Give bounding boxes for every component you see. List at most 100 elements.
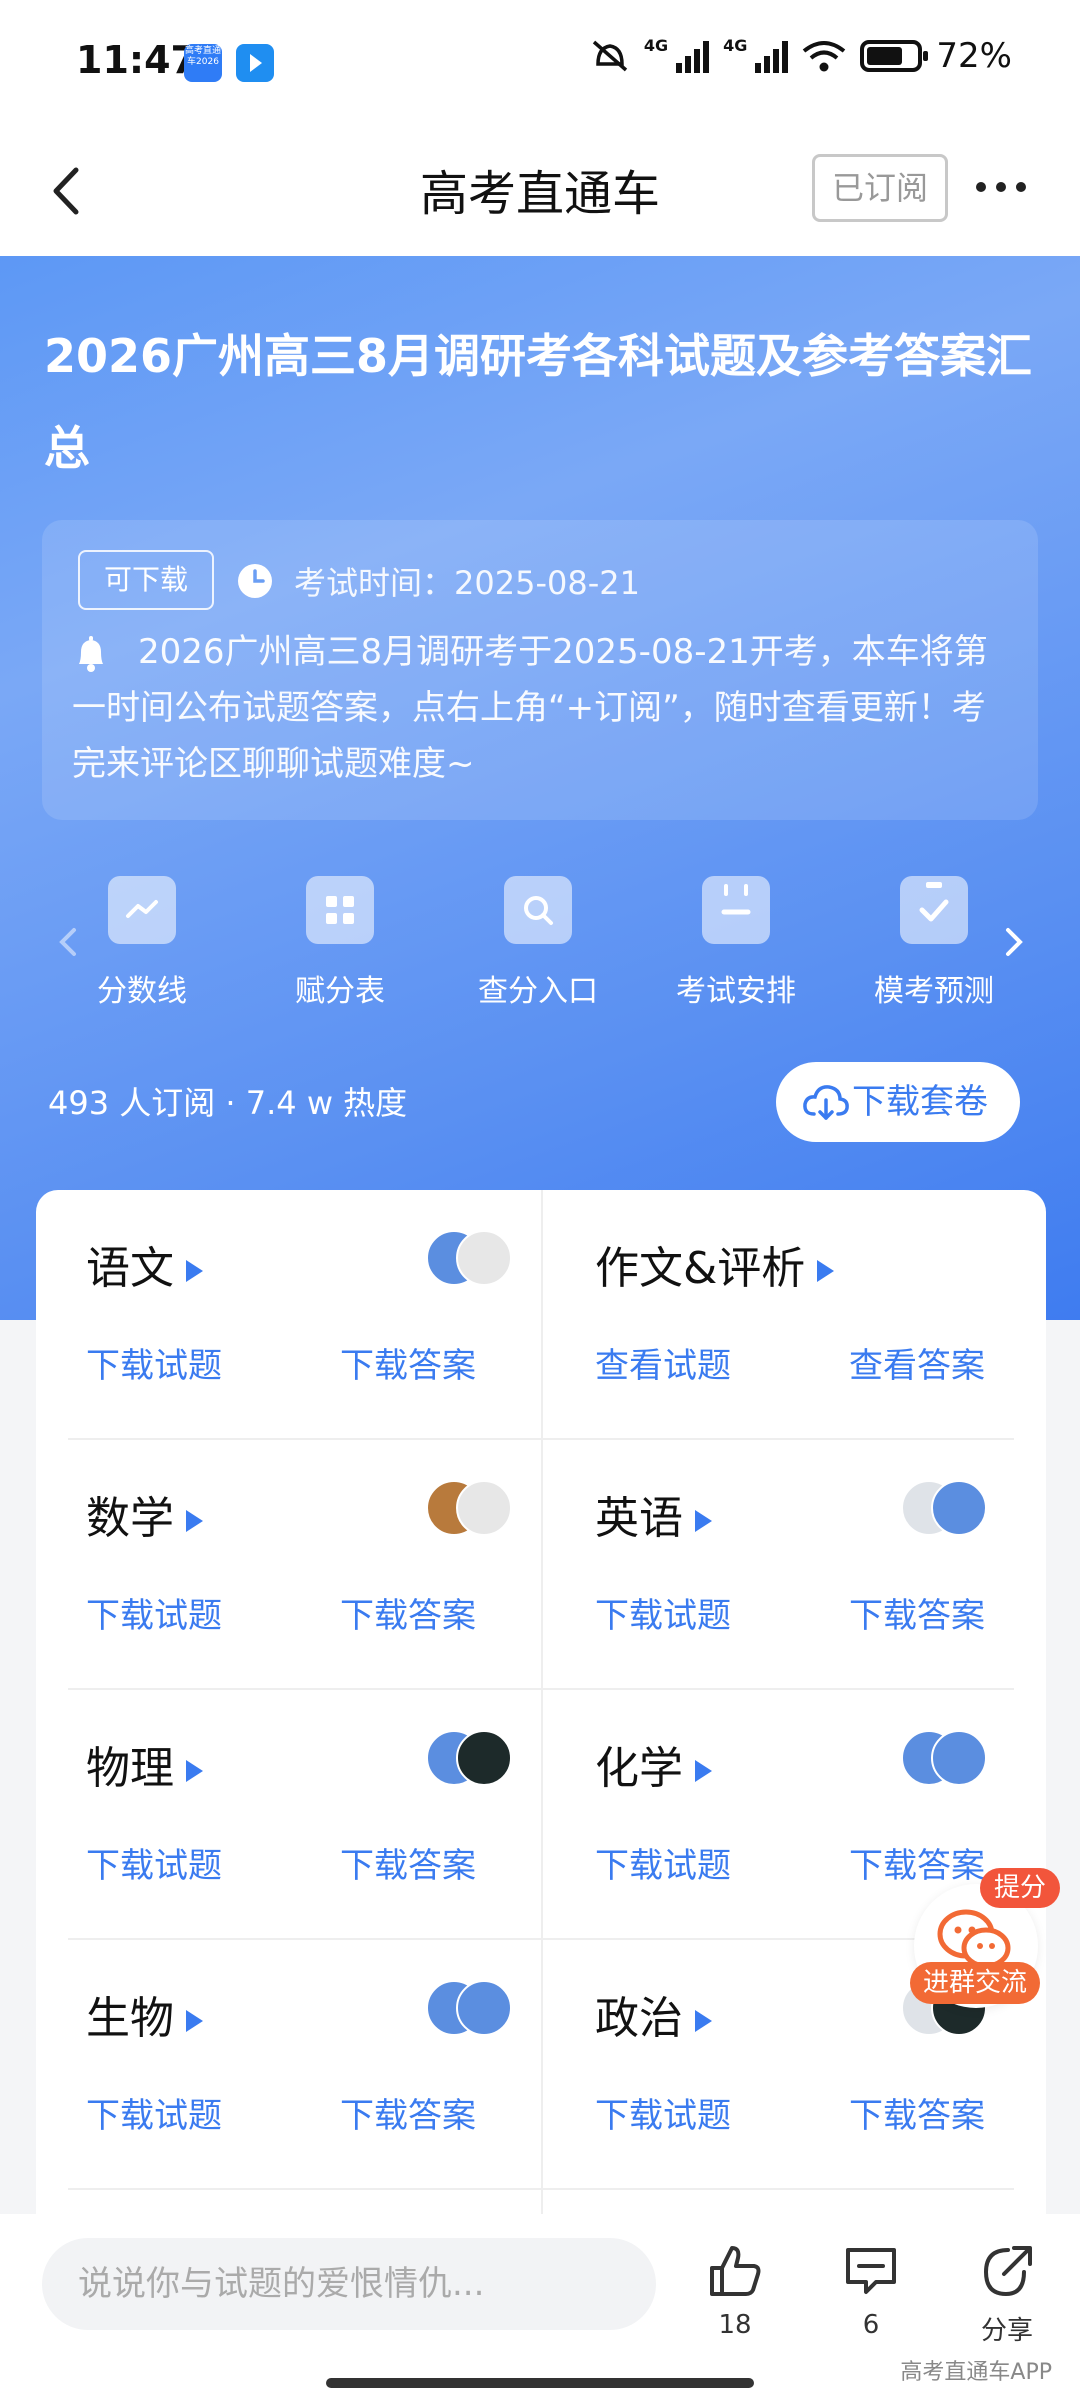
tool-label: 查分入口 (478, 974, 598, 1009)
subject-physics: 物理 下载试题 下载答案 (68, 1690, 541, 1940)
download-questions-link[interactable]: 下载试题 (595, 1588, 731, 1637)
avatar (931, 1480, 987, 1536)
bottom-action-bar: 说说你与试题的爱恨情仇... 18 6 分享 高考直通车APP (0, 2214, 1080, 2400)
network-type-1: 4G (643, 36, 669, 55)
tool-label: 考试安排 (676, 974, 796, 1009)
arrow-right-icon (695, 1760, 712, 1782)
exam-time: 考试时间：2025-08-21 (294, 564, 640, 602)
download-answers-link[interactable]: 下载答案 (340, 1338, 476, 1387)
wifi-icon (803, 41, 846, 72)
subscribed-button[interactable]: 已订阅 (812, 154, 948, 222)
view-answers-link[interactable]: 查看答案 (849, 1338, 985, 1387)
subject-chinese: 语文 下载试题 下载答案 (68, 1190, 541, 1440)
hero-banner: 2026广州高三8月调研考各科试题及参考答案汇总 可下载 考试时间：2025-0… (0, 256, 1080, 1320)
subject-english: 英语 下载试题 下载答案 (541, 1440, 1014, 1690)
avatar-group (426, 1230, 526, 1286)
avatar-group (901, 1730, 1001, 1786)
subject-name[interactable]: 语文 (86, 1232, 203, 1296)
status-bar: 11:47 高考直通车2026 4G 4G 72% (0, 0, 1080, 126)
like-count: 18 (718, 2310, 752, 2340)
avatar (456, 1230, 512, 1286)
tool-score-line[interactable]: 分数线 (52, 876, 232, 1010)
signal-icon-2 (755, 39, 789, 73)
arrow-right-icon (186, 1260, 203, 1282)
arrow-right-icon (186, 2010, 203, 2032)
score-line-icon (108, 876, 176, 944)
download-questions-link[interactable]: 下载试题 (595, 2088, 731, 2137)
app-watermark: 高考直通车APP (900, 2360, 1052, 2385)
download-answers-link[interactable]: 下载答案 (849, 1588, 985, 1637)
subject-math: 数学 下载试题 下载答案 (68, 1440, 541, 1690)
tool-score-table[interactable]: 赋分表 (250, 876, 430, 1010)
avatar-group (426, 1980, 526, 2036)
status-icons: 4G 4G 72% (590, 36, 1012, 76)
boost-score-badge: 提分 (980, 1868, 1060, 1908)
subject-name[interactable]: 物理 (86, 1732, 203, 1796)
avatar (931, 1730, 987, 1786)
view-questions-link[interactable]: 查看试题 (595, 1338, 731, 1387)
gaokao-app-icon: 高考直通车2026 (184, 44, 222, 82)
download-questions-link[interactable]: 下载试题 (86, 1338, 222, 1387)
battery-icon (860, 40, 929, 72)
mute-icon (592, 40, 628, 72)
group-chat-float[interactable]: 提分 进群交流 (910, 1868, 1060, 2018)
subscription-stats: 493 人订阅 · 7.4 w 热度 (48, 1084, 408, 1122)
download-questions-link[interactable]: 下载试题 (86, 1588, 222, 1637)
check-clipboard-icon (900, 876, 968, 944)
subject-name[interactable]: 作文&评析 (595, 1232, 835, 1296)
download-set-button[interactable]: 下载套卷 (776, 1062, 1020, 1142)
arrow-right-icon (695, 1510, 712, 1532)
tool-label: 模考预测 (874, 974, 994, 1009)
battery-level (867, 47, 902, 65)
scroll-right-icon[interactable] (994, 912, 1034, 972)
download-questions-link[interactable]: 下载试题 (86, 1838, 222, 1887)
battery-percent: 72% (936, 36, 1012, 76)
more-options-icon[interactable] (976, 182, 1026, 192)
avatar (456, 1730, 512, 1786)
download-answers-link[interactable]: 下载答案 (340, 2088, 476, 2137)
calendar-icon (702, 876, 770, 944)
signal-icon-1 (676, 39, 710, 73)
download-set-label: 下载套卷 (852, 1082, 988, 1122)
subject-name[interactable]: 化学 (595, 1732, 712, 1796)
avatar (456, 1980, 512, 2036)
hero-title: 2026广州高三8月调研考各科试题及参考答案汇总 (44, 329, 1033, 475)
download-questions-link[interactable]: 下载试题 (595, 1838, 731, 1887)
subject-name[interactable]: 政治 (595, 1982, 712, 2046)
grid-icon (306, 876, 374, 944)
comment-count: 6 (862, 2310, 880, 2340)
comment-input[interactable]: 说说你与试题的爱恨情仇... (42, 2238, 656, 2330)
subject-name[interactable]: 生物 (86, 1982, 203, 2046)
arrow-right-icon (695, 2010, 712, 2032)
home-indicator[interactable] (326, 2378, 754, 2388)
downloadable-tag: 可下载 (78, 550, 214, 610)
avatar (456, 1480, 512, 1536)
network-type-2: 4G (723, 36, 748, 55)
subject-name[interactable]: 数学 (86, 1482, 203, 1546)
comment-button[interactable]: 6 (816, 2242, 926, 2340)
search-icon (504, 876, 572, 944)
like-button[interactable]: 18 (680, 2242, 790, 2340)
arrow-right-icon (186, 1760, 203, 1782)
share-button[interactable]: 分享 (952, 2242, 1062, 2347)
comment-icon (846, 2248, 896, 2294)
thumbs-up-icon (710, 2246, 761, 2296)
arrow-right-icon (817, 1260, 835, 1282)
share-label: 分享 (980, 2316, 1033, 2346)
share-icon (983, 2246, 1032, 2297)
download-questions-link[interactable]: 下载试题 (86, 2088, 222, 2137)
clock-icon (238, 564, 272, 598)
subjects-card: 语文 下载试题 下载答案 作文&评析 查看试题 查看答案 数学 下载试题 下载答… (36, 1190, 1046, 2220)
subject-biology: 生物 下载试题 下载答案 (68, 1940, 541, 2190)
tool-exam-schedule[interactable]: 考试安排 (646, 876, 826, 1010)
download-answers-link[interactable]: 下载答案 (340, 1838, 476, 1887)
tool-score-query[interactable]: 查分入口 (448, 876, 628, 1010)
messenger-app-icon (236, 44, 274, 82)
tool-label: 分数线 (97, 974, 187, 1009)
download-answers-link[interactable]: 下载答案 (849, 2088, 985, 2137)
download-answers-link[interactable]: 下载答案 (340, 1588, 476, 1637)
exam-notice: 2026广州高三8月调研考于2025-08-21开考，本车将第一时间公布试题答案… (72, 632, 988, 784)
subject-name[interactable]: 英语 (595, 1482, 712, 1546)
tool-label: 赋分表 (295, 974, 385, 1009)
navbar: 高考直通车 已订阅 (0, 126, 1080, 256)
